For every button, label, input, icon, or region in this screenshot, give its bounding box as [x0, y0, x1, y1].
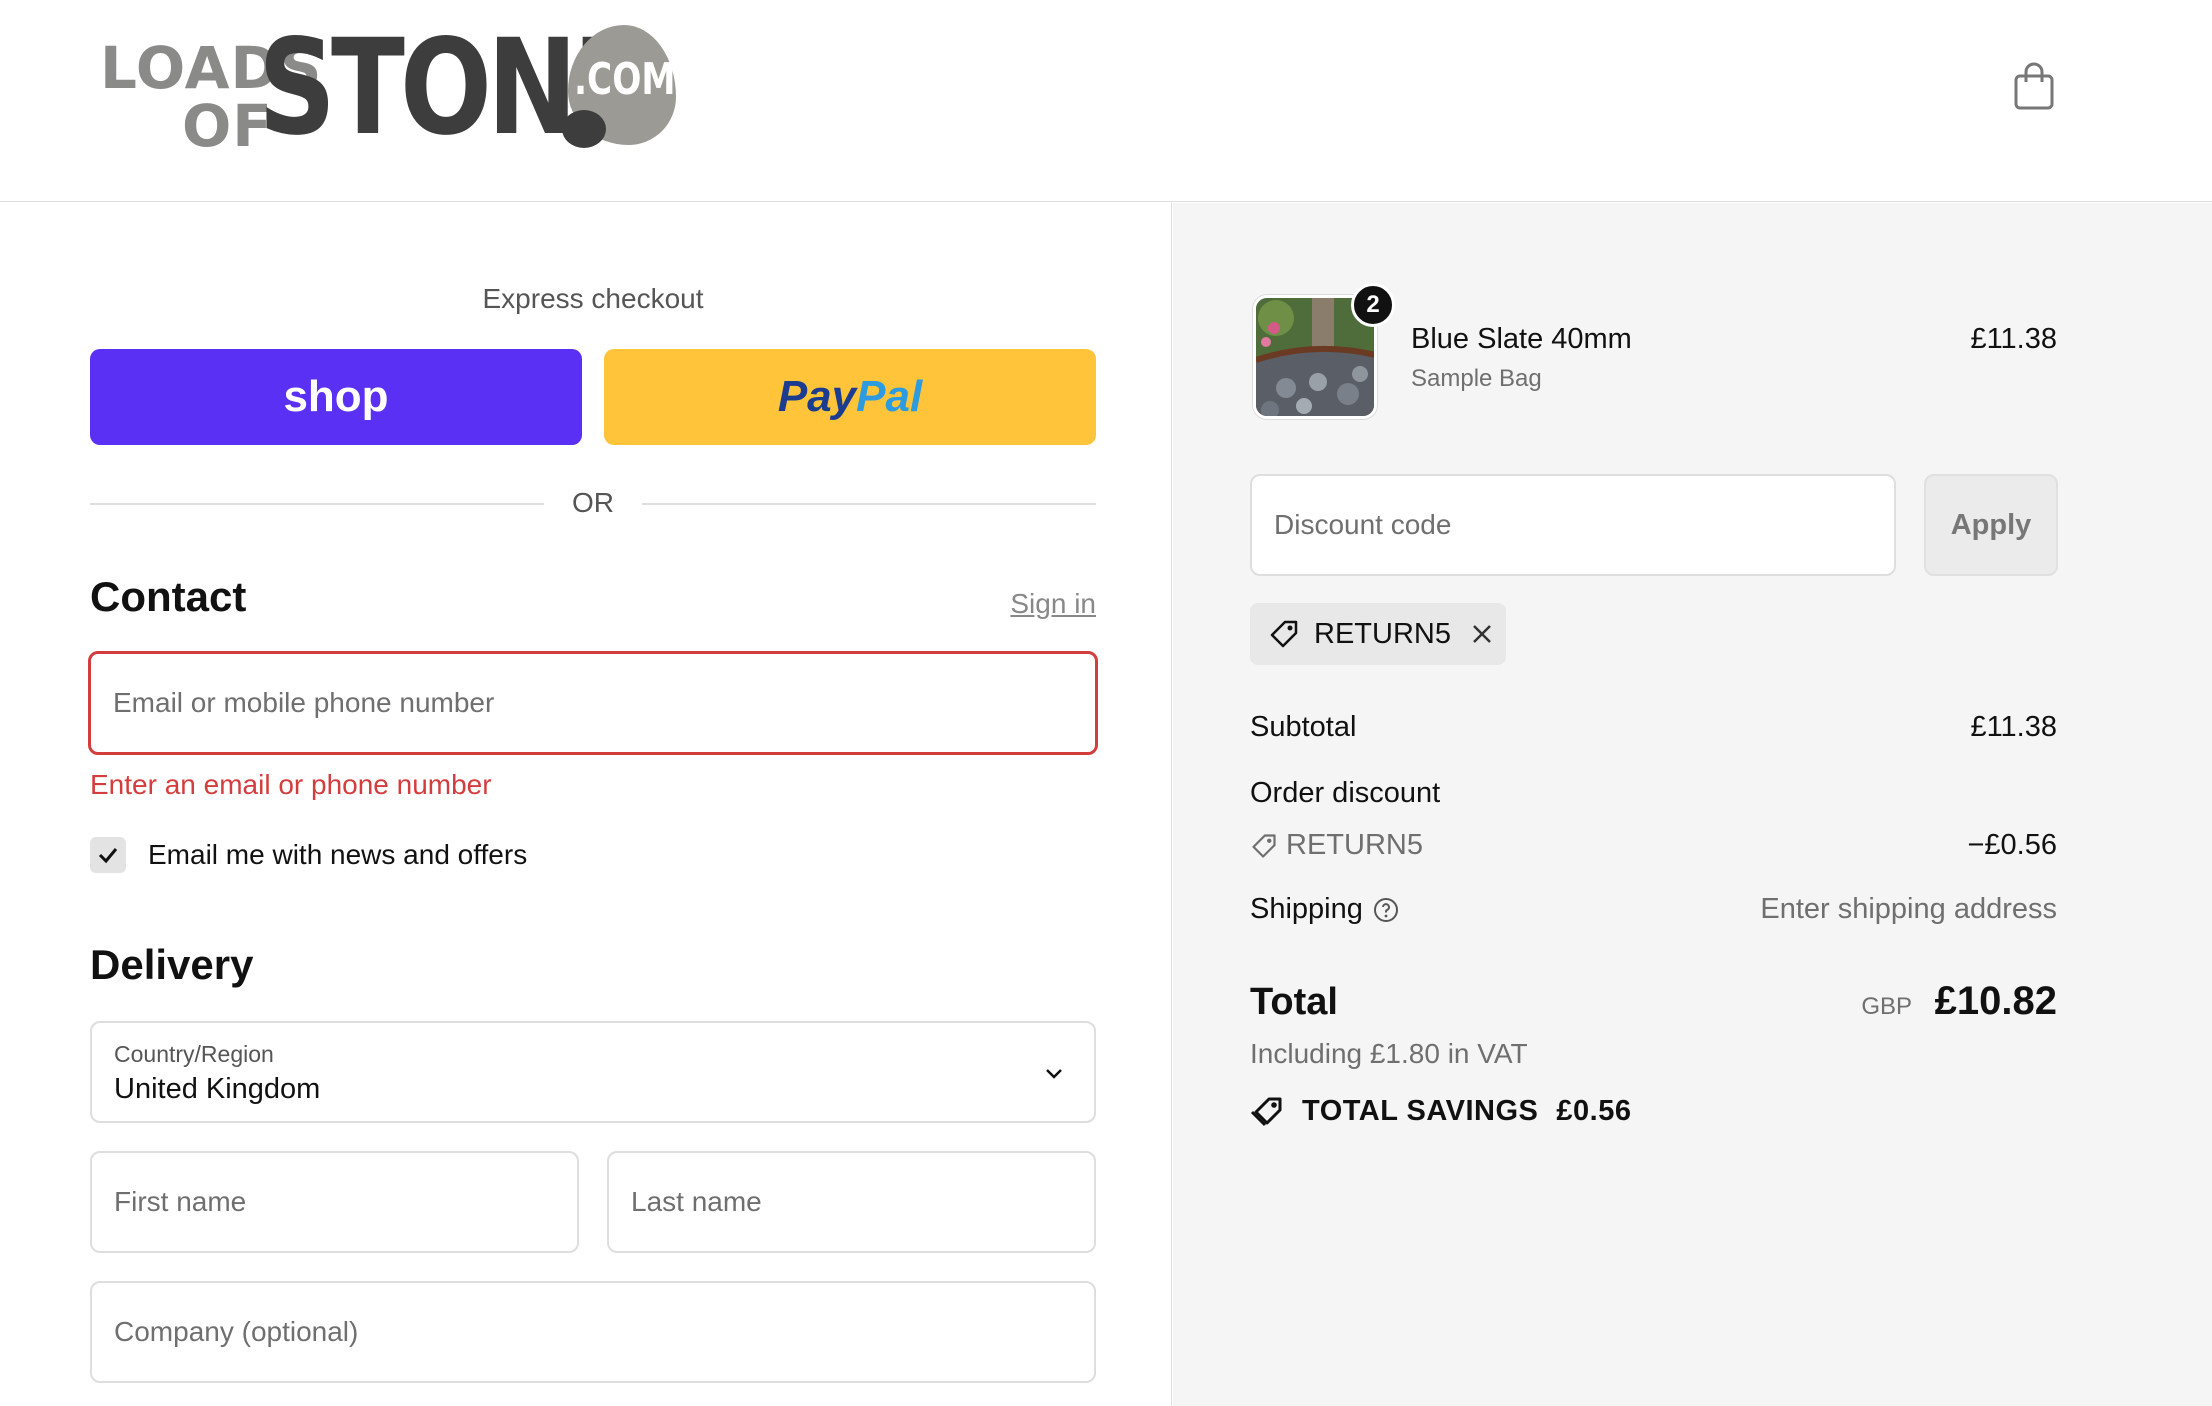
product-price: £11.38 [1970, 323, 2057, 355]
first-name-field[interactable]: First name [90, 1151, 579, 1253]
site-logo[interactable]: LOADS OF STONE .COM [100, 22, 680, 160]
checkout-form-panel: Express checkout shop Pay Pal OR Contact … [0, 203, 1172, 1406]
or-divider: OR [90, 483, 1096, 523]
header: LOADS OF STONE .COM [0, 0, 2212, 202]
discount-code-field[interactable]: Discount code [1250, 474, 1896, 576]
sign-in-link[interactable]: Sign in [980, 588, 1096, 620]
shop-pay-label: shop [283, 372, 389, 421]
last-name-placeholder: Last name [631, 1186, 762, 1217]
apply-label: Apply [1950, 508, 2032, 541]
discount-placeholder: Discount code [1274, 509, 1452, 540]
product-name: Blue Slate 40mm [1411, 323, 1632, 355]
help-icon[interactable] [1373, 897, 1399, 923]
order-discount-value: −£0.56 [1967, 829, 2057, 861]
logo-text-com: .COM [574, 54, 676, 105]
newsletter-checkbox[interactable] [90, 837, 126, 873]
newsletter-option[interactable]: Email me with news and offers [90, 835, 527, 875]
product-variant: Sample Bag [1411, 365, 1542, 392]
contact-heading: Contact [90, 573, 247, 620]
shop-pay-button[interactable]: shop [90, 349, 582, 445]
company-field[interactable]: Company (optional) [90, 1281, 1096, 1383]
subtotal-label: Subtotal [1250, 711, 1357, 743]
paypal-button[interactable]: Pay Pal [604, 349, 1096, 445]
divider-line [642, 503, 1096, 505]
or-label: OR [572, 487, 614, 518]
shipping-value: Enter shipping address [1760, 893, 2057, 925]
email-error-message: Enter an email or phone number [90, 769, 492, 800]
last-name-field[interactable]: Last name [607, 1151, 1096, 1253]
express-checkout-label: Express checkout [482, 283, 704, 314]
savings-label: TOTAL SAVINGS [1302, 1094, 1539, 1127]
savings-tag-icon [1250, 1097, 1282, 1127]
email-placeholder: Email or mobile phone number [113, 687, 495, 718]
shopping-bag-icon[interactable] [2010, 60, 2058, 112]
order-discount-code-row: RETURN5 [1250, 829, 1423, 862]
total-savings: TOTAL SAVINGS £0.56 [1250, 1093, 1631, 1129]
order-summary-panel: 2 Blue Slate 40mm Sample Bag £11.38 Disc… [1173, 203, 2212, 1406]
newsletter-label: Email me with news and offers [148, 839, 528, 870]
total-label: Total [1250, 981, 1338, 1023]
shipping-row: Shipping [1250, 893, 1399, 926]
paypal-label-pal: Pal [856, 372, 923, 421]
chevron-down-icon [1046, 1069, 1062, 1079]
logo-pebble-shape [562, 110, 606, 148]
shipping-label: Shipping [1250, 893, 1363, 925]
savings-value: £0.56 [1556, 1094, 1632, 1127]
order-discount-code: RETURN5 [1286, 829, 1423, 861]
total-value: £10.82 [1934, 979, 2057, 1023]
remove-discount-icon[interactable] [1469, 621, 1495, 647]
total-currency: GBP [1861, 993, 1912, 1020]
company-placeholder: Company (optional) [114, 1316, 359, 1347]
country-value: United Kingdom [114, 1073, 321, 1105]
first-name-placeholder: First name [114, 1186, 247, 1217]
tag-icon [1270, 620, 1298, 648]
applied-discount-code: RETURN5 [1314, 617, 1451, 650]
applied-discount-chip: RETURN5 [1250, 603, 1506, 665]
divider-line [90, 503, 544, 505]
delivery-heading: Delivery [90, 941, 254, 988]
email-field[interactable]: Email or mobile phone number [88, 651, 1098, 755]
tag-icon [1252, 833, 1276, 858]
country-label: Country/Region [114, 1041, 274, 1067]
checkmark-icon [98, 848, 118, 864]
vat-note: Including £1.80 in VAT [1250, 1038, 1528, 1069]
order-discount-label: Order discount [1250, 777, 1441, 809]
paypal-label-pay: Pay [777, 372, 857, 421]
subtotal-value: £11.38 [1970, 711, 2057, 743]
country-select[interactable]: Country/Region United Kingdom [90, 1021, 1096, 1123]
apply-discount-button[interactable]: Apply [1924, 474, 2058, 576]
quantity-badge: 2 [1351, 283, 1395, 327]
